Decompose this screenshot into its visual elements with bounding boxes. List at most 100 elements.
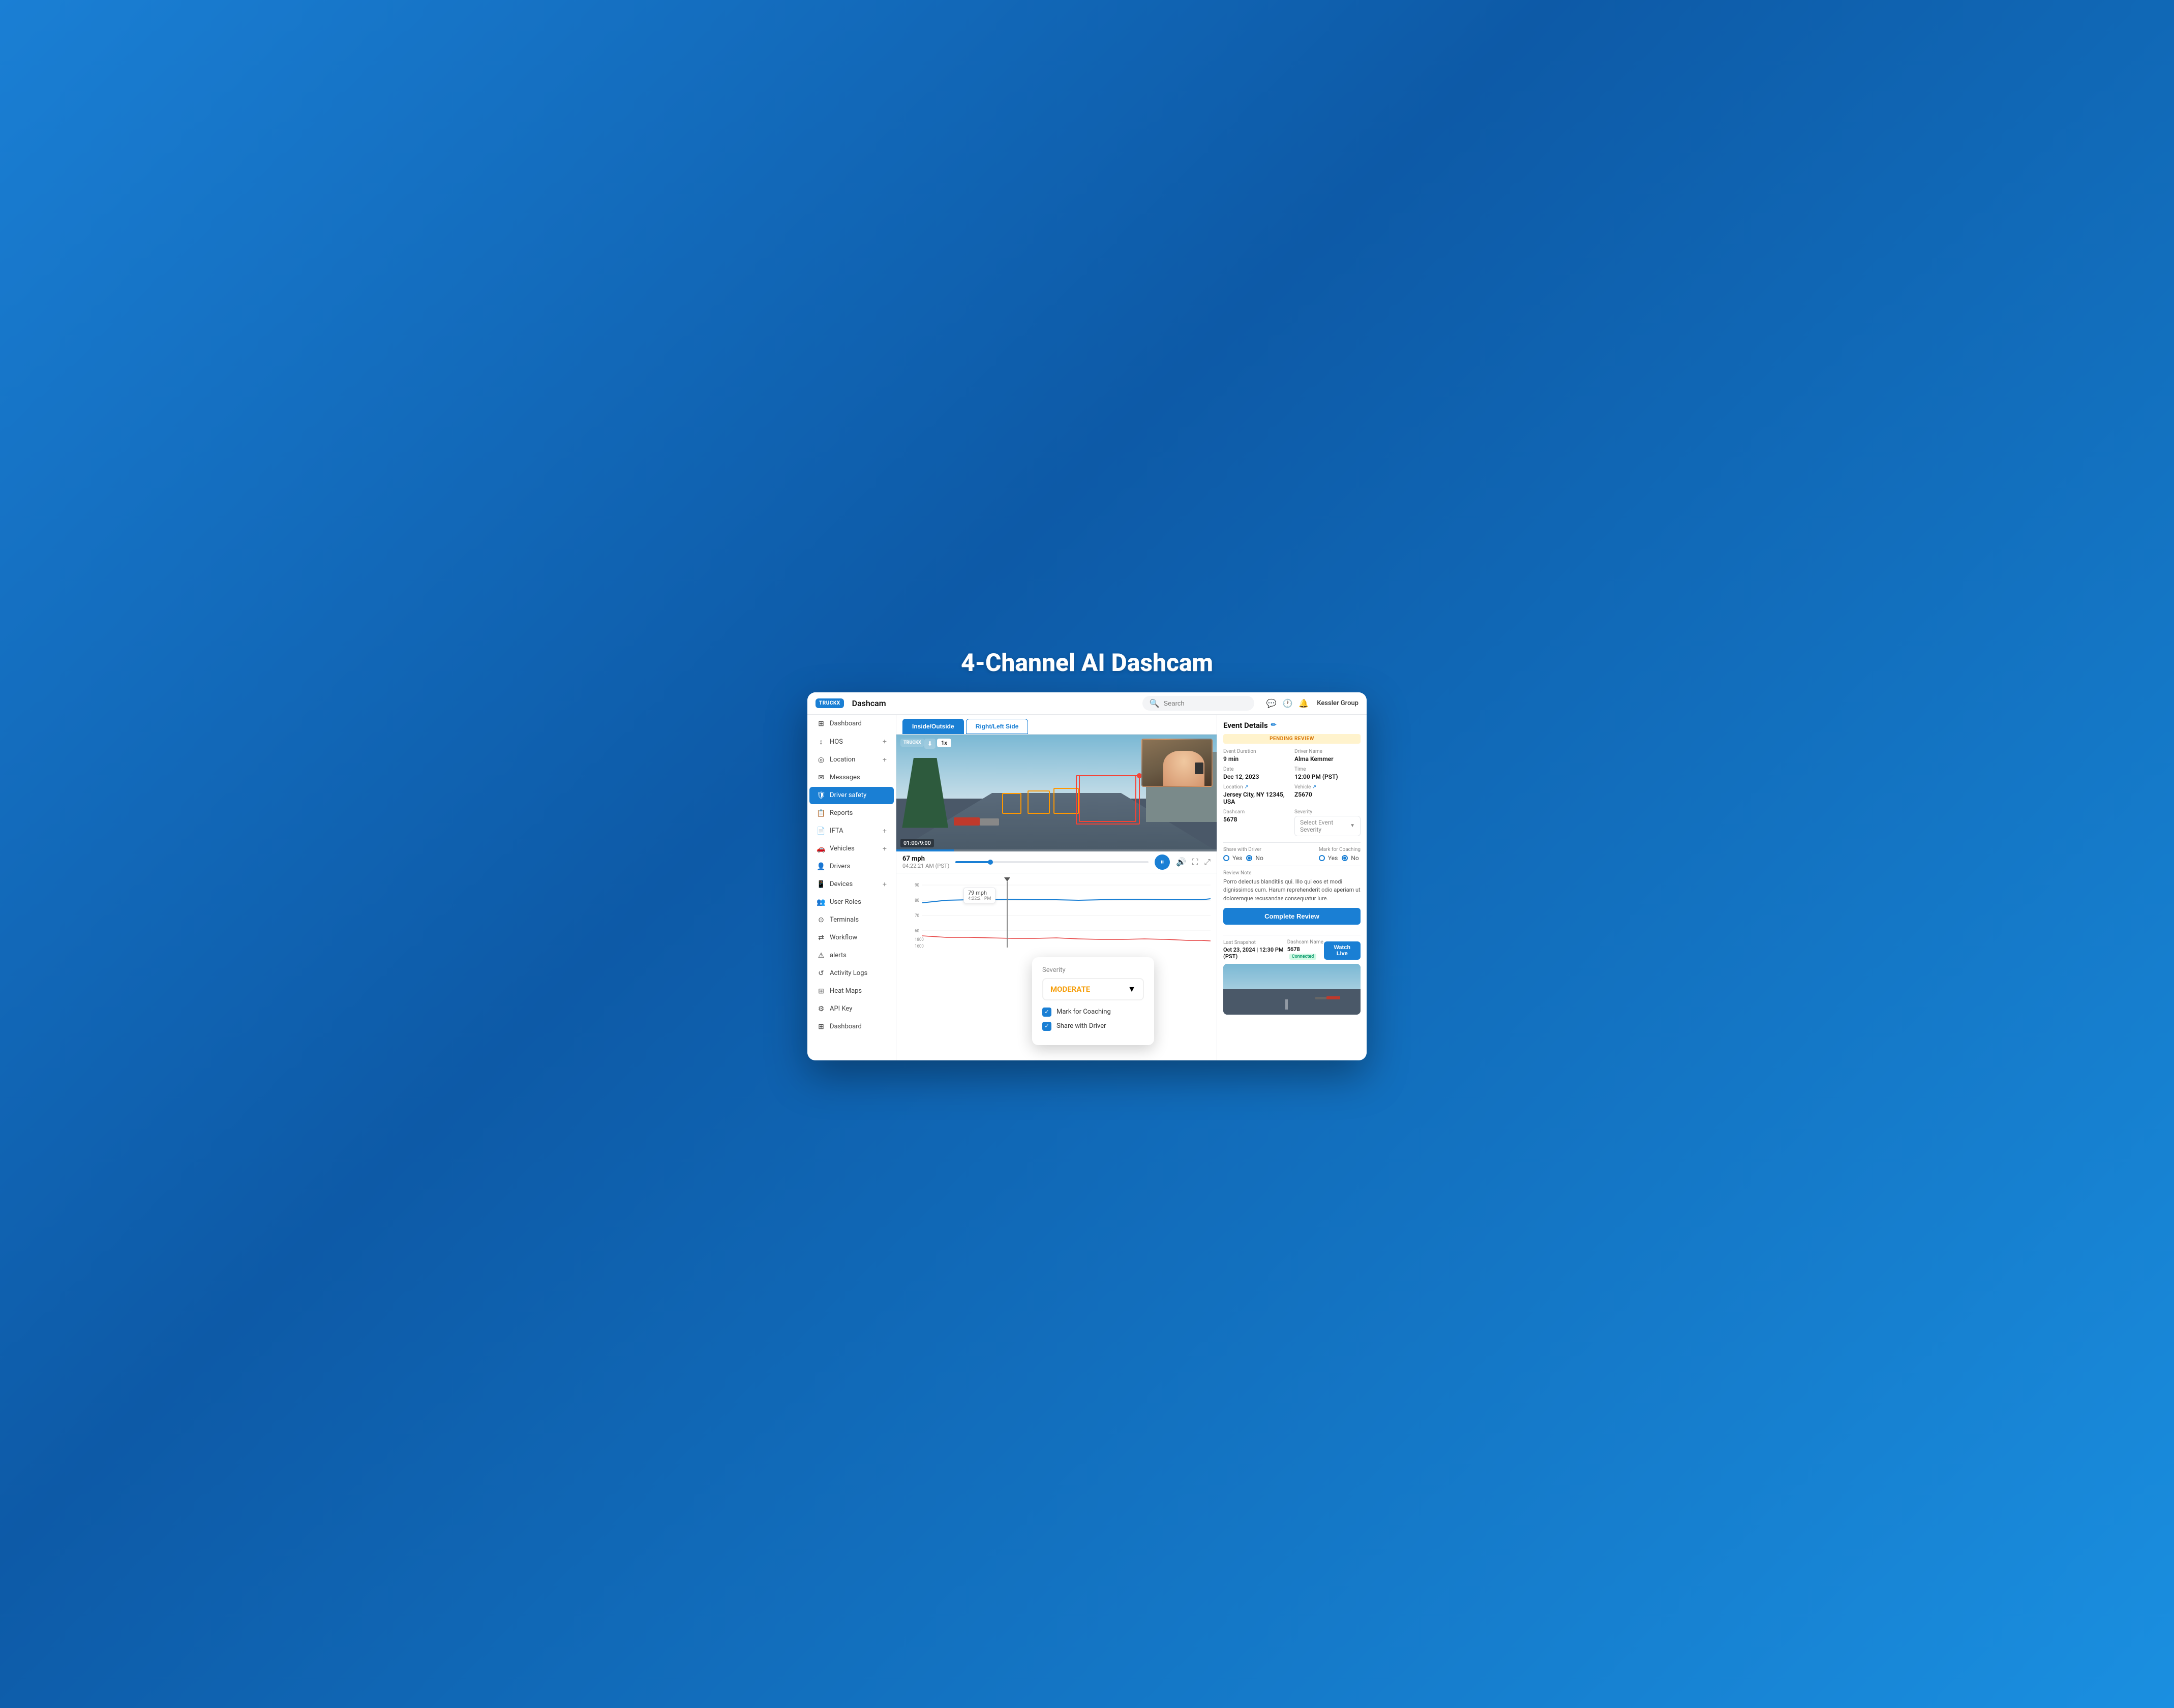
company-name: Kessler Group — [1317, 699, 1358, 707]
hero-title: 4-Channel AI Dashcam — [961, 648, 1213, 677]
progress-fill — [955, 861, 990, 863]
expand-icon[interactable]: ⤢ — [1204, 857, 1211, 867]
check-share[interactable]: ✓ Share with Driver — [1042, 1022, 1144, 1031]
speed-chart: 90 80 70 60 1800 1600 — [902, 877, 1211, 954]
fullscreen-icon[interactable]: ⛶ — [1192, 857, 1198, 867]
search-input[interactable] — [1163, 699, 1247, 707]
share-yes-radio[interactable]: Yes — [1223, 855, 1242, 862]
main-layout: ⊞ Dashboard ↕ HOS + ◎ Location + ✉ Messa… — [807, 715, 1367, 1060]
review-note-label: Review Note — [1223, 870, 1361, 876]
tab-inside-outside[interactable]: Inside/Outside — [902, 719, 964, 734]
event-details-label: Event Details — [1223, 721, 1268, 730]
plus-icon: + — [883, 738, 887, 746]
sidebar-item-user-roles[interactable]: 👥 User Roles — [809, 894, 894, 911]
video-progress-track[interactable] — [896, 849, 1217, 851]
video-timestamp: 01:00/9:00 — [900, 839, 934, 847]
sidebar-item-terminals[interactable]: ⊙ Terminals — [809, 911, 894, 929]
severity-dropdown[interactable]: MODERATE ▼ — [1042, 978, 1144, 1000]
chart-area: 79 mph 4:22:21 PM 90 80 70 60 1800 1600 — [896, 873, 1217, 1060]
sidebar-label-user-roles: User Roles — [830, 898, 861, 906]
severity-popup: Severity MODERATE ▼ ✓ Mark for Coaching … — [1032, 957, 1154, 1045]
coaching-no-label: No — [1351, 855, 1358, 862]
terminals-icon: ⊙ — [817, 916, 826, 924]
sidebar-item-api-key[interactable]: ⚙ API Key — [809, 1000, 894, 1018]
car-2 — [980, 818, 999, 826]
video-controls: 67 mph 04:22:21 AM (PST) ⏸ 🔊 ⛶ ⤢ — [896, 851, 1217, 873]
sidebar-label-drivers: Drivers — [830, 863, 850, 870]
sidebar-item-dashboard2[interactable]: ⊞ Dashboard — [809, 1018, 894, 1035]
progress-bar[interactable] — [955, 861, 1149, 863]
snapshot-road — [1223, 989, 1361, 1015]
share-yes-label: Yes — [1232, 855, 1242, 862]
complete-review-button[interactable]: Complete Review — [1223, 908, 1361, 925]
video-tabs: Inside/Outside Right/Left Side — [896, 715, 1217, 735]
sidebar-label-alerts: alerts — [830, 952, 847, 959]
sidebar-item-devices[interactable]: 📱 Devices + — [809, 876, 894, 893]
download-icon[interactable]: ⬇ — [924, 739, 935, 749]
sidebar-item-hos[interactable]: ↕ HOS + — [809, 733, 894, 751]
sidebar-label-devices: Devices — [830, 880, 853, 888]
check-coaching-icon: ✓ — [1042, 1008, 1051, 1017]
chat-icon[interactable]: 💬 — [1266, 698, 1277, 708]
clock-icon[interactable]: 🕐 — [1282, 698, 1292, 708]
sidebar-item-driver-safety[interactable]: 🛡 Driver safety — [809, 787, 894, 804]
dashboard-icon: ⊞ — [817, 720, 826, 728]
sidebar-item-workflow[interactable]: ⇄ Workflow — [809, 929, 894, 947]
event-details-grid: Event Duration 9 min Driver Name Alma Ke… — [1223, 749, 1361, 836]
plus-icon-devices: + — [883, 880, 887, 889]
tab-right-left[interactable]: Right/Left Side — [966, 719, 1029, 734]
sidebar-item-heat-maps[interactable]: ⊞ Heat Maps — [809, 983, 894, 1000]
drivers-icon: 👤 — [817, 863, 826, 871]
snapshot-row: Last Snapshot Oct 23, 2024 | 12:30 PM (P… — [1223, 939, 1361, 960]
app-title: Dashcam — [852, 698, 1134, 708]
event-time-value: 12:00 PM (PST) — [1294, 773, 1361, 780]
check-coaching[interactable]: ✓ Mark for Coaching — [1042, 1008, 1144, 1017]
edit-icon[interactable]: ✏ — [1271, 721, 1277, 729]
detection-box-1 — [1002, 793, 1021, 814]
phone — [1195, 762, 1203, 774]
event-time-item: Time 12:00 PM (PST) — [1294, 767, 1361, 780]
sidebar-item-reports[interactable]: 📋 Reports — [809, 805, 894, 822]
watch-live-button[interactable]: Watch Live — [1324, 941, 1361, 960]
share-no-radio[interactable]: No — [1246, 855, 1263, 862]
severity-select-value: Select Event Severity — [1300, 819, 1350, 833]
truck-detection-box — [1076, 775, 1140, 825]
vehicle-link-icon[interactable]: ↗ — [1312, 784, 1316, 790]
video-progress-fill — [896, 849, 954, 851]
sidebar-item-activity-logs[interactable]: ↺ Activity Logs — [809, 965, 894, 982]
sidebar-item-drivers[interactable]: 👤 Drivers — [809, 858, 894, 875]
sidebar-label-ifta: IFTA — [830, 827, 843, 835]
coaching-yes-label: Yes — [1328, 855, 1338, 862]
volume-icon[interactable]: 🔊 — [1176, 857, 1186, 867]
topbar: TRUCKX Dashcam 🔍 💬 🕐 🔔 Kessler Group — [807, 692, 1367, 715]
marker-triangle — [1004, 877, 1010, 881]
search-bar[interactable]: 🔍 — [1142, 696, 1254, 711]
bell-icon[interactable]: 🔔 — [1299, 698, 1309, 708]
chart-speed-time: 4:22:21 PM — [968, 896, 991, 901]
severity-select[interactable]: Select Event Severity ▼ — [1294, 816, 1361, 836]
speed-value: 67 mph — [902, 855, 949, 863]
coaching-yes-radio[interactable]: Yes — [1319, 855, 1338, 862]
event-duration-item: Event Duration 9 min — [1223, 749, 1289, 762]
driver-name-label: Driver Name — [1294, 749, 1361, 754]
location-link-icon[interactable]: ↗ — [1244, 784, 1248, 790]
share-driver-label: Share with Driver — [1223, 847, 1263, 852]
hos-icon: ↕ — [817, 738, 826, 746]
sidebar-item-alerts[interactable]: ⚠ alerts — [809, 947, 894, 964]
vehicle-item: Vehicle ↗ Z5670 — [1294, 784, 1361, 805]
sidebar-item-dashboard[interactable]: ⊞ Dashboard — [809, 715, 894, 733]
driver-name-value: Alma Kemmer — [1294, 755, 1361, 762]
sidebar-item-ifta[interactable]: 📄 IFTA + — [809, 822, 894, 840]
dashcam-item: Dashcam 5678 — [1223, 809, 1289, 836]
time-display: 04:22:21 AM (PST) — [902, 863, 949, 869]
chart-marker — [1004, 877, 1010, 948]
check-share-icon: ✓ — [1042, 1022, 1051, 1031]
sidebar-item-messages[interactable]: ✉ Messages — [809, 769, 894, 786]
chevron-down-icon: ▼ — [1128, 984, 1136, 994]
sidebar-item-location[interactable]: ◎ Location + — [809, 751, 894, 769]
plus-icon-ifta: + — [883, 827, 887, 835]
play-pause-button[interactable]: ⏸ — [1155, 855, 1170, 870]
sidebar-item-vehicles[interactable]: 🚗 Vehicles + — [809, 840, 894, 858]
sidebar-label-heat-maps: Heat Maps — [830, 987, 862, 995]
coaching-no-radio[interactable]: No — [1342, 855, 1358, 862]
